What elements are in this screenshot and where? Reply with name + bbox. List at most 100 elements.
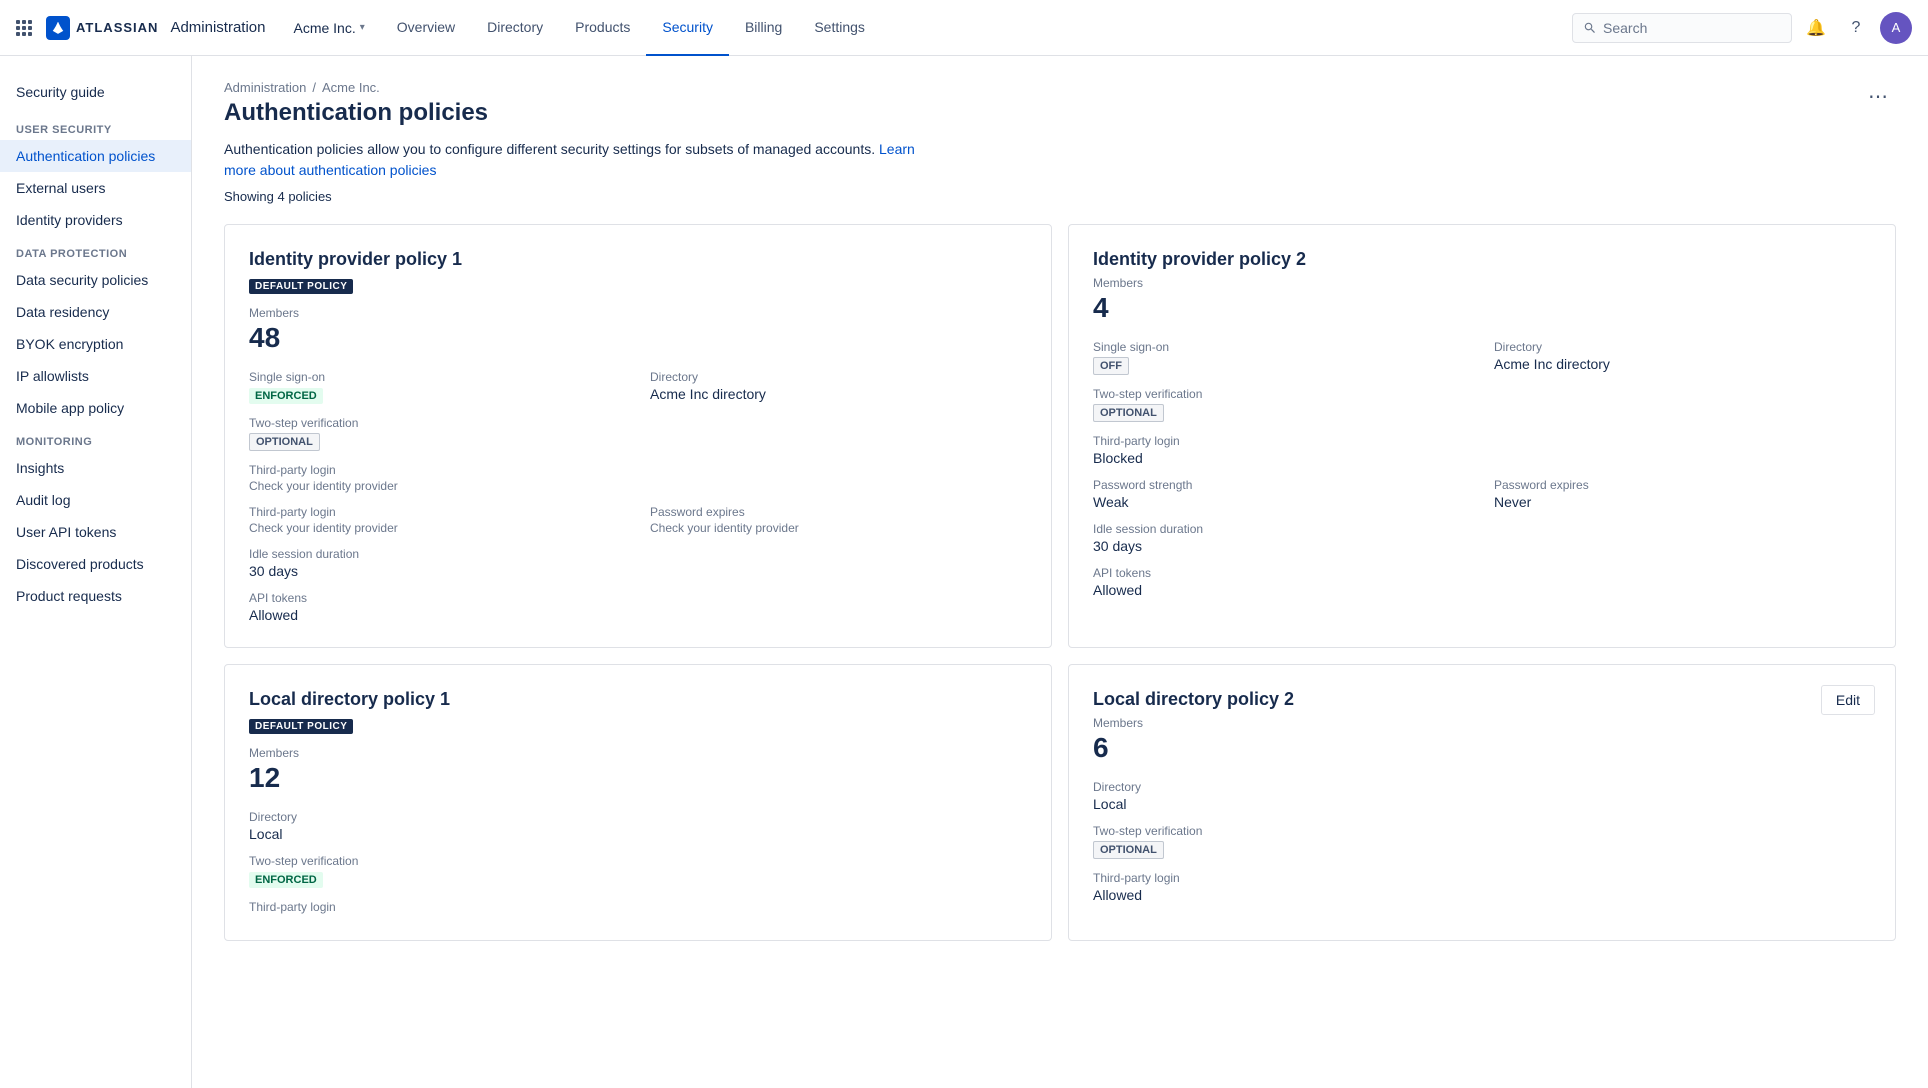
policy-1-fields: Single sign-on ENFORCED Directory Acme I… [249, 370, 1027, 623]
sidebar-item-ip-allowlists[interactable]: IP allowlists [0, 360, 191, 392]
atlassian-logo: ATLASSIAN [46, 16, 158, 40]
policy-1-api-tokens: API tokens Allowed [249, 591, 1027, 623]
org-selector[interactable]: Acme Inc. ▾ [293, 20, 364, 36]
nav-overview[interactable]: Overview [381, 0, 471, 56]
policy-1-title: Identity provider policy 1 [249, 249, 1027, 270]
sidebar-item-user-api-tokens[interactable]: User API tokens [0, 516, 191, 548]
sidebar-item-byok-encryption[interactable]: BYOK encryption [0, 328, 191, 360]
policy-2-fields: Single sign-on OFF Directory Acme Inc di… [1093, 340, 1871, 598]
policy-3-default-badge: DEFAULT POLICY [249, 719, 353, 734]
policy-1-thirdparty2: Third-party login Check your identity pr… [249, 505, 626, 535]
search-input[interactable] [1603, 20, 1763, 36]
sidebar-item-security-guide[interactable]: Security guide [0, 72, 191, 112]
policy-3-fields: Directory Local Two-step verification EN… [249, 810, 1027, 916]
layout: Security guide USER SECURITY Authenticat… [0, 56, 1928, 1088]
policy-4-fields: Directory Local Two-step verification OP… [1093, 780, 1871, 903]
policy-2-members-label: Members [1093, 276, 1871, 290]
breadcrumb-org[interactable]: Acme Inc. [322, 80, 380, 95]
policy-2-sso: Single sign-on OFF [1093, 340, 1470, 375]
policy-3-members-count: 12 [249, 762, 1027, 794]
policy-3-title: Local directory policy 1 [249, 689, 1027, 710]
breadcrumb: Administration / Acme Inc. [224, 80, 488, 95]
policy-3-members-label: Members [249, 746, 1027, 760]
sidebar-item-identity-providers[interactable]: Identity providers [0, 204, 191, 236]
nav-billing[interactable]: Billing [729, 0, 798, 56]
policy-2-pwstrength: Password strength Weak [1093, 478, 1470, 510]
page-description: Authentication policies allow you to con… [224, 139, 944, 181]
nav-products[interactable]: Products [559, 0, 646, 56]
top-navigation: ATLASSIAN Administration Acme Inc. ▾ Ove… [0, 0, 1928, 56]
policy-4-twostep-badge: OPTIONAL [1093, 841, 1164, 859]
policy-card-1: Identity provider policy 1 DEFAULT POLIC… [224, 224, 1052, 648]
policy-4-title: Local directory policy 2 [1093, 689, 1871, 710]
policy-1-twostep-badge: OPTIONAL [249, 433, 320, 451]
policy-2-pwexpires: Password expires Never [1494, 478, 1871, 510]
sidebar-item-audit-log[interactable]: Audit log [0, 484, 191, 516]
sidebar-item-data-residency[interactable]: Data residency [0, 296, 191, 328]
sidebar-item-insights[interactable]: Insights [0, 452, 191, 484]
sidebar-item-authentication-policies[interactable]: Authentication policies [0, 140, 191, 172]
search-icon [1583, 21, 1597, 35]
nav-links: Overview Directory Products Security Bil… [381, 0, 881, 56]
policy-3-twostep: Two-step verification ENFORCED [249, 854, 1027, 888]
policy-3-thirdparty: Third-party login [249, 900, 1027, 916]
sidebar-section-user-security: USER SECURITY [0, 112, 191, 140]
policy-1-default-badge: DEFAULT POLICY [249, 279, 353, 294]
showing-count: Showing 4 policies [224, 189, 1896, 204]
search-box[interactable] [1572, 13, 1792, 43]
policy-1-pwexpires: Password expires Check your identity pro… [650, 505, 1027, 535]
page-title: Authentication policies [224, 99, 488, 127]
admin-title: Administration [170, 19, 265, 36]
policy-card-2: Identity provider policy 2 Members 4 Sin… [1068, 224, 1896, 648]
nav-directory[interactable]: Directory [471, 0, 559, 56]
policy-1-thirdparty1: Third-party login Check your identity pr… [249, 463, 626, 493]
sidebar: Security guide USER SECURITY Authenticat… [0, 56, 192, 1088]
sidebar-item-mobile-app-policy[interactable]: Mobile app policy [0, 392, 191, 424]
org-name: Acme Inc. [293, 20, 355, 36]
policy-3-directory: Directory Local [249, 810, 1027, 842]
policy-3-twostep-badge: ENFORCED [249, 872, 323, 888]
notifications-icon[interactable]: 🔔 [1800, 12, 1832, 44]
policy-1-idle: Idle session duration 30 days [249, 547, 1027, 579]
policy-1-directory: Directory Acme Inc directory [650, 370, 1027, 404]
policy-2-thirdparty: Third-party login Blocked [1093, 434, 1871, 466]
policy-1-sso: Single sign-on ENFORCED [249, 370, 626, 404]
policy-2-title: Identity provider policy 2 [1093, 249, 1871, 270]
main-content: Administration / Acme Inc. Authenticatio… [192, 56, 1928, 1088]
policy-4-members-label: Members [1093, 716, 1871, 730]
policy-2-twostep-badge: OPTIONAL [1093, 404, 1164, 422]
avatar[interactable]: A [1880, 12, 1912, 44]
policy-4-directory: Directory Local [1093, 780, 1871, 812]
breadcrumb-admin[interactable]: Administration [224, 80, 306, 95]
sidebar-item-discovered-products[interactable]: Discovered products [0, 548, 191, 580]
topnav-right: 🔔 ? A [1572, 12, 1912, 44]
nav-security[interactable]: Security [646, 0, 729, 56]
sidebar-item-product-requests[interactable]: Product requests [0, 580, 191, 612]
policy-2-members-count: 4 [1093, 292, 1871, 324]
policy-2-directory: Directory Acme Inc directory [1494, 340, 1871, 375]
policy-2-api-tokens: API tokens Allowed [1093, 566, 1871, 598]
policy-2-idle: Idle session duration 30 days [1093, 522, 1871, 554]
breadcrumb-separator: / [312, 80, 316, 95]
policy-1-sso-badge: ENFORCED [249, 388, 323, 404]
edit-button-policy-4[interactable]: Edit [1821, 685, 1875, 715]
sidebar-item-data-security-policies[interactable]: Data security policies [0, 264, 191, 296]
sidebar-section-monitoring: MONITORING [0, 424, 191, 452]
policy-4-twostep: Two-step verification OPTIONAL [1093, 824, 1871, 859]
help-icon[interactable]: ? [1840, 12, 1872, 44]
policy-1-twostep: Two-step verification OPTIONAL [249, 416, 626, 451]
sidebar-item-external-users[interactable]: External users [0, 172, 191, 204]
policy-card-4: Edit Local directory policy 2 Members 6 … [1068, 664, 1896, 941]
policy-1-members-label: Members [249, 306, 1027, 320]
nav-settings[interactable]: Settings [798, 0, 881, 56]
policy-card-3: Local directory policy 1 DEFAULT POLICY … [224, 664, 1052, 941]
policy-2-twostep: Two-step verification OPTIONAL [1093, 387, 1871, 422]
sidebar-section-data-protection: DATA PROTECTION [0, 236, 191, 264]
more-options-button[interactable]: ⋯ [1860, 80, 1896, 113]
policy-2-sso-badge: OFF [1093, 357, 1129, 375]
policy-grid: Identity provider policy 1 DEFAULT POLIC… [224, 224, 1896, 941]
policy-4-members-count: 6 [1093, 732, 1871, 764]
policy-1-empty [650, 416, 1027, 451]
apps-icon[interactable] [16, 20, 34, 36]
policy-1-members-count: 48 [249, 322, 1027, 354]
